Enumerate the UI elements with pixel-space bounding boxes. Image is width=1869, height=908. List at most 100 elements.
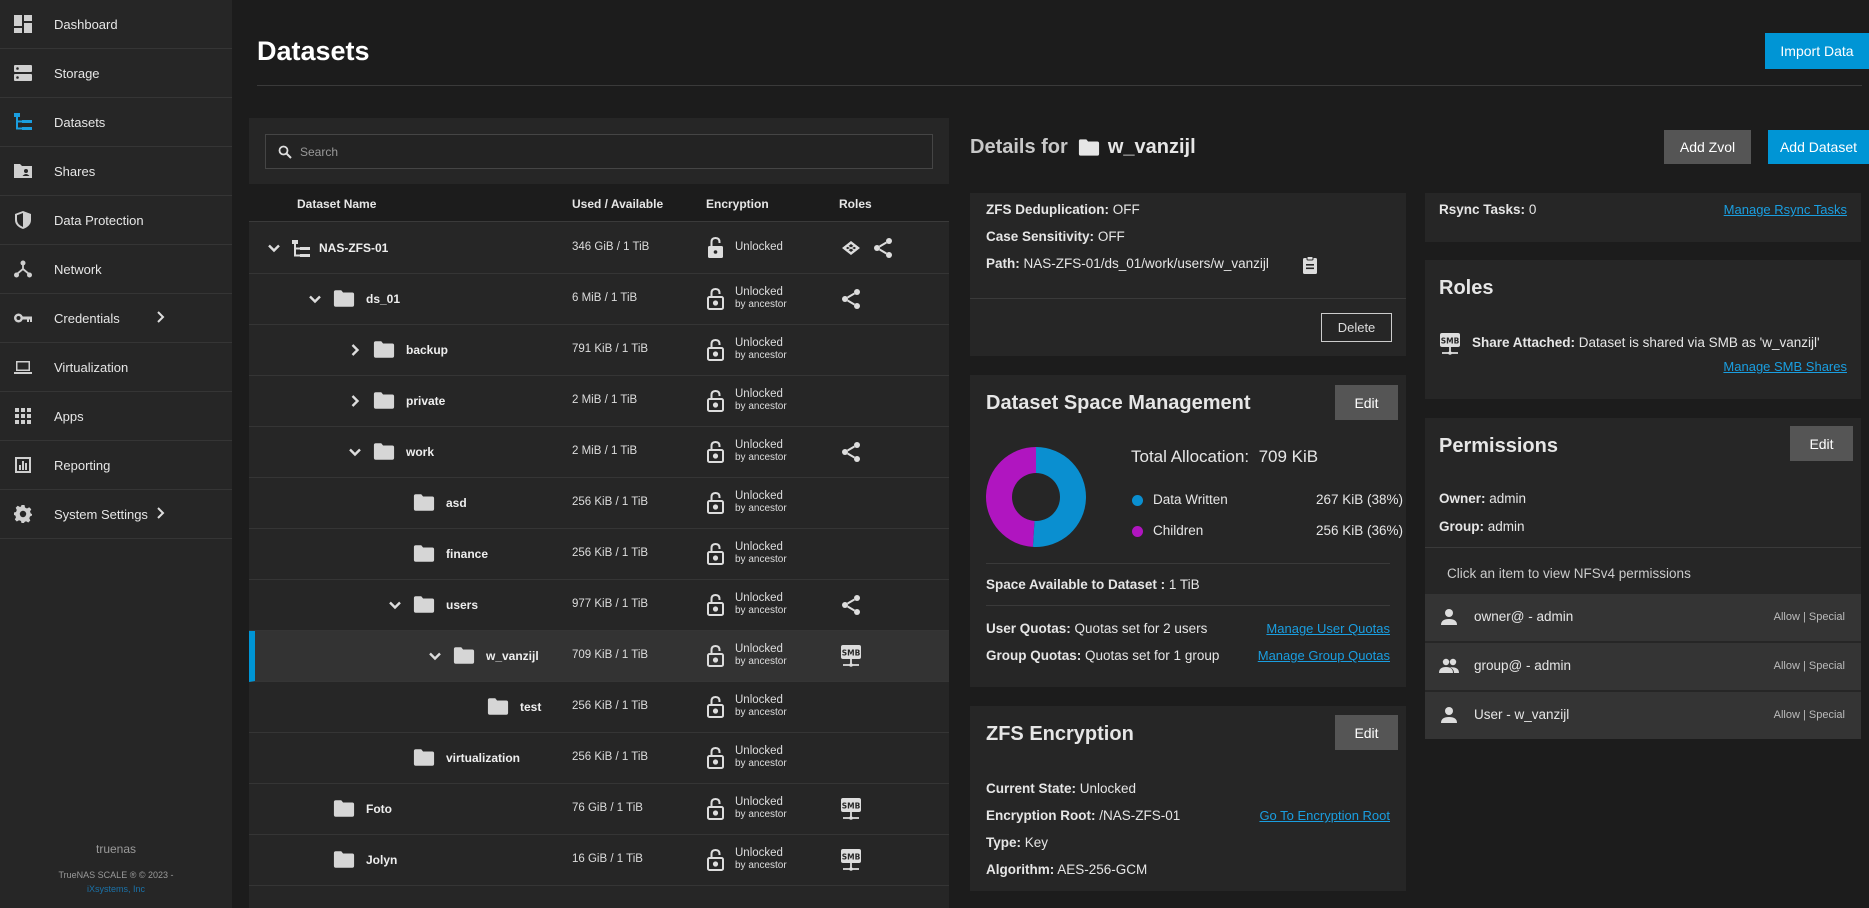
- dataset-row-test[interactable]: test 256 KiB / 1 TiB Unlocked by ancestor: [249, 682, 949, 733]
- sidebar-item-reporting[interactable]: Reporting: [0, 441, 232, 490]
- column-header-encryption[interactable]: Encryption: [706, 197, 769, 211]
- chevron-down-icon[interactable]: [388, 598, 402, 612]
- company-link[interactable]: iXsystems, Inc: [0, 884, 232, 894]
- dataset-row-backup[interactable]: backup 791 KiB / 1 TiB Unlocked by ancest…: [249, 325, 949, 376]
- sidebar-item-shares[interactable]: Shares: [0, 147, 232, 196]
- space-edit-button[interactable]: Edit: [1335, 385, 1398, 420]
- hostname: truenas: [95, 842, 137, 856]
- encryption-status: Unlocked by ancestor: [735, 286, 787, 310]
- user-quotas-field: User Quotas: Quotas set for 2 users: [986, 621, 1208, 636]
- manage-rsync-tasks-link[interactable]: Manage Rsync Tasks: [1724, 202, 1847, 217]
- column-header-roles[interactable]: Roles: [839, 197, 872, 211]
- roles-card: Roles Share Attached: Dataset is shared …: [1425, 260, 1861, 399]
- dataset-name: asd: [446, 496, 467, 510]
- person-icon: [1439, 607, 1459, 627]
- sidebar-item-system-settings[interactable]: System Settings: [0, 490, 232, 539]
- unlocked-icon: [706, 644, 728, 668]
- dataset-name: Jolyn: [366, 853, 398, 867]
- unlocked-icon: [706, 542, 728, 566]
- sidebar-item-datasets[interactable]: Datasets: [0, 98, 232, 147]
- encryption-status: Unlocked by ancestor: [735, 490, 787, 514]
- search-input[interactable]: [300, 144, 900, 159]
- search-box[interactable]: [265, 134, 933, 169]
- dataset-used: 791 KiB / 1 TiB: [572, 343, 649, 355]
- card-divider: [970, 298, 1406, 299]
- sidebar-item-data-protection[interactable]: Data Protection: [0, 196, 232, 245]
- sidebar-footer: truenas TrueNAS SCALE ® © 2023 - iXsyste…: [0, 842, 232, 908]
- add-zvol-button[interactable]: Add Zvol: [1664, 130, 1751, 164]
- card-divider: [1425, 547, 1861, 548]
- unlocked-icon: [706, 236, 728, 260]
- folder-icon: [373, 443, 395, 460]
- storage-icon: [12, 62, 34, 84]
- dataset-row-users[interactable]: users 977 KiB / 1 TiB Unlocked by ancesto…: [249, 580, 949, 631]
- encryption-type-field: Type: Key: [986, 835, 1049, 850]
- permission-entry-tag: Allow | Special: [1773, 709, 1845, 721]
- clipboard-icon[interactable]: [1302, 256, 1318, 274]
- unlocked-icon: [706, 338, 728, 362]
- dataset-row-ds-01[interactable]: ds_01 6 MiB / 1 TiB Unlocked by ancestor: [249, 274, 949, 325]
- laptop-icon: [12, 356, 34, 378]
- dataset-row-asd[interactable]: asd 256 KiB / 1 TiB Unlocked by ancestor: [249, 478, 949, 529]
- total-allocation: Total Allocation: 709 KiB: [1131, 447, 1319, 466]
- chevron-right-icon[interactable]: [348, 343, 362, 357]
- dataset-row-private[interactable]: private 2 MiB / 1 TiB Unlocked by ancesto…: [249, 376, 949, 427]
- share-icon: [839, 440, 863, 464]
- dataset-row-foto[interactable]: Foto 76 GiB / 1 TiB Unlocked by ancestor: [249, 784, 949, 835]
- permissions-title: Permissions: [1439, 435, 1558, 457]
- folder-icon: [487, 698, 509, 715]
- details-prefix: Details for: [970, 136, 1068, 158]
- sidebar-item-credentials[interactable]: Credentials: [0, 294, 232, 343]
- add-dataset-button[interactable]: Add Dataset: [1768, 130, 1869, 164]
- sidebar-item-label: Apps: [54, 408, 84, 424]
- chevron-down-icon[interactable]: [428, 649, 442, 663]
- permission-entry[interactable]: group@ - admin Allow | Special: [1425, 643, 1861, 690]
- chevron-right-icon[interactable]: [348, 394, 362, 408]
- sidebar-item-storage[interactable]: Storage: [0, 49, 232, 98]
- chevron-down-icon[interactable]: [308, 292, 322, 306]
- unlocked-icon: [706, 491, 728, 515]
- dataset-row-virtualization[interactable]: virtualization 256 KiB / 1 TiB Unlocked b…: [249, 733, 949, 784]
- encryption-edit-button[interactable]: Edit: [1335, 715, 1398, 750]
- donut-hole: [1012, 473, 1060, 521]
- permission-entry[interactable]: User - w_vanzijl Allow | Special: [1425, 692, 1861, 739]
- encryption-status: Unlocked by ancestor: [735, 745, 787, 769]
- dataset-row-finance[interactable]: finance 256 KiB / 1 TiB Unlocked by ances…: [249, 529, 949, 580]
- shield-icon: [12, 209, 34, 231]
- folder-icon: [413, 749, 435, 766]
- delete-button[interactable]: Delete: [1321, 313, 1392, 342]
- network-icon: [12, 258, 34, 280]
- dataset-used: 2 MiB / 1 TiB: [572, 394, 638, 406]
- card-divider: [986, 605, 1390, 606]
- zfs-encryption-card: ZFS Encryption Edit Current State: Unloc…: [970, 706, 1406, 891]
- sidebar-item-virtualization[interactable]: Virtualization: [0, 343, 232, 392]
- dataset-row-nas-zfs-01[interactable]: NAS-ZFS-01 346 GiB / 1 TiB Unlocked: [249, 223, 949, 274]
- sidebar-item-apps[interactable]: Apps: [0, 392, 232, 441]
- legend-label-data-written: Data Written: [1153, 492, 1228, 507]
- permission-entry[interactable]: owner@ - admin Allow | Special: [1425, 594, 1861, 641]
- import-data-button[interactable]: Import Data: [1765, 33, 1869, 69]
- permissions-edit-button[interactable]: Edit: [1790, 426, 1853, 461]
- details-heading: Details for w_vanzijl: [970, 136, 1196, 159]
- dataset-row-jolyn[interactable]: Jolyn 16 GiB / 1 TiB Unlocked by ancestor: [249, 835, 949, 886]
- manage-user-quotas-link[interactable]: Manage User Quotas: [1266, 621, 1390, 636]
- sidebar-item-network[interactable]: Network: [0, 245, 232, 294]
- encryption-status: Unlocked by ancestor: [735, 847, 787, 871]
- encryption-status: Unlocked by ancestor: [735, 439, 787, 463]
- chevron-down-icon[interactable]: [267, 241, 281, 255]
- sidebar-item-dashboard[interactable]: Dashboard: [0, 0, 232, 49]
- path-field: Path: NAS-ZFS-01/ds_01/work/users/w_vanz…: [986, 256, 1269, 271]
- algorithm-field: Algorithm: AES-256-GCM: [986, 862, 1148, 877]
- dataset-row-work[interactable]: work 2 MiB / 1 TiB Unlocked by ancestor: [249, 427, 949, 478]
- encryption-status: Unlocked by ancestor: [735, 388, 787, 412]
- column-header-name[interactable]: Dataset Name: [297, 197, 376, 211]
- manage-smb-shares-link[interactable]: Manage SMB Shares: [1723, 359, 1847, 374]
- chevron-down-icon[interactable]: [348, 445, 362, 459]
- dataset-role-icon: [839, 236, 863, 260]
- manage-group-quotas-link[interactable]: Manage Group Quotas: [1258, 648, 1390, 663]
- column-header-used[interactable]: Used / Available: [572, 197, 663, 211]
- go-to-encryption-root-link[interactable]: Go To Encryption Root: [1259, 808, 1390, 823]
- tree-header: Dataset Name Used / Available Encryption…: [249, 184, 949, 222]
- dataset-row-w-vanzijl[interactable]: w_vanzijl 709 KiB / 1 TiB Unlocked by anc…: [249, 631, 949, 682]
- group-quotas-field: Group Quotas: Quotas set for 1 group: [986, 648, 1220, 663]
